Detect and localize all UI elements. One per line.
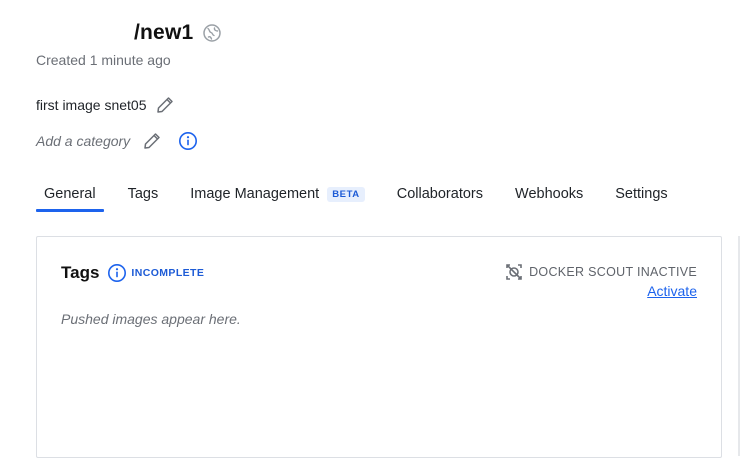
tab-label: Image Management: [190, 186, 320, 202]
tab-general[interactable]: General: [36, 176, 104, 212]
activate-link[interactable]: Activate: [647, 283, 697, 299]
globe-icon: [202, 23, 222, 43]
repo-tabs: General Tags Image Management BETA Colla…: [36, 176, 692, 212]
edit-description-pencil-icon[interactable]: [155, 95, 175, 115]
created-timestamp: Created 1 minute ago: [36, 52, 171, 68]
repo-name: /new1: [134, 21, 194, 44]
tags-info-icon[interactable]: [107, 263, 127, 283]
tab-settings[interactable]: Settings: [607, 176, 675, 212]
category-placeholder: Add a category: [36, 133, 131, 149]
tab-label: Collaborators: [396, 186, 484, 202]
tab-label: Settings: [615, 186, 668, 202]
tab-label: Tags: [127, 186, 159, 202]
tab-webhooks[interactable]: Webhooks: [507, 176, 591, 212]
tags-card: Tags INCOMPLETE DOCKER SCOUT INACTIVE Ac…: [36, 236, 722, 458]
tags-card-header: Tags INCOMPLETE: [61, 261, 204, 285]
incomplete-status: INCOMPLETE: [131, 267, 205, 279]
tags-empty-text: Pushed images appear here.: [61, 311, 241, 327]
description-row: first image snet05: [36, 94, 175, 116]
beta-badge: BETA: [327, 186, 365, 202]
tab-label: Webhooks: [515, 186, 584, 202]
docker-scout-inactive-icon: [505, 263, 523, 281]
category-info-icon[interactable]: [178, 131, 198, 151]
edit-category-pencil-icon[interactable]: [142, 131, 162, 151]
category-row: Add a category: [36, 130, 198, 152]
adjacent-panel-edge: [738, 236, 740, 456]
tab-tags[interactable]: Tags: [120, 176, 167, 212]
repo-header: /new1: [36, 18, 222, 48]
docker-scout-status: DOCKER SCOUT INACTIVE: [505, 263, 697, 281]
repo-description: first image snet05: [36, 97, 147, 113]
tab-label: General: [44, 186, 96, 202]
tags-card-title: Tags: [61, 263, 100, 282]
tab-image-management[interactable]: Image Management BETA: [182, 176, 373, 212]
docker-scout-status-text: DOCKER SCOUT INACTIVE: [529, 265, 697, 279]
tab-collaborators[interactable]: Collaborators: [389, 176, 491, 212]
